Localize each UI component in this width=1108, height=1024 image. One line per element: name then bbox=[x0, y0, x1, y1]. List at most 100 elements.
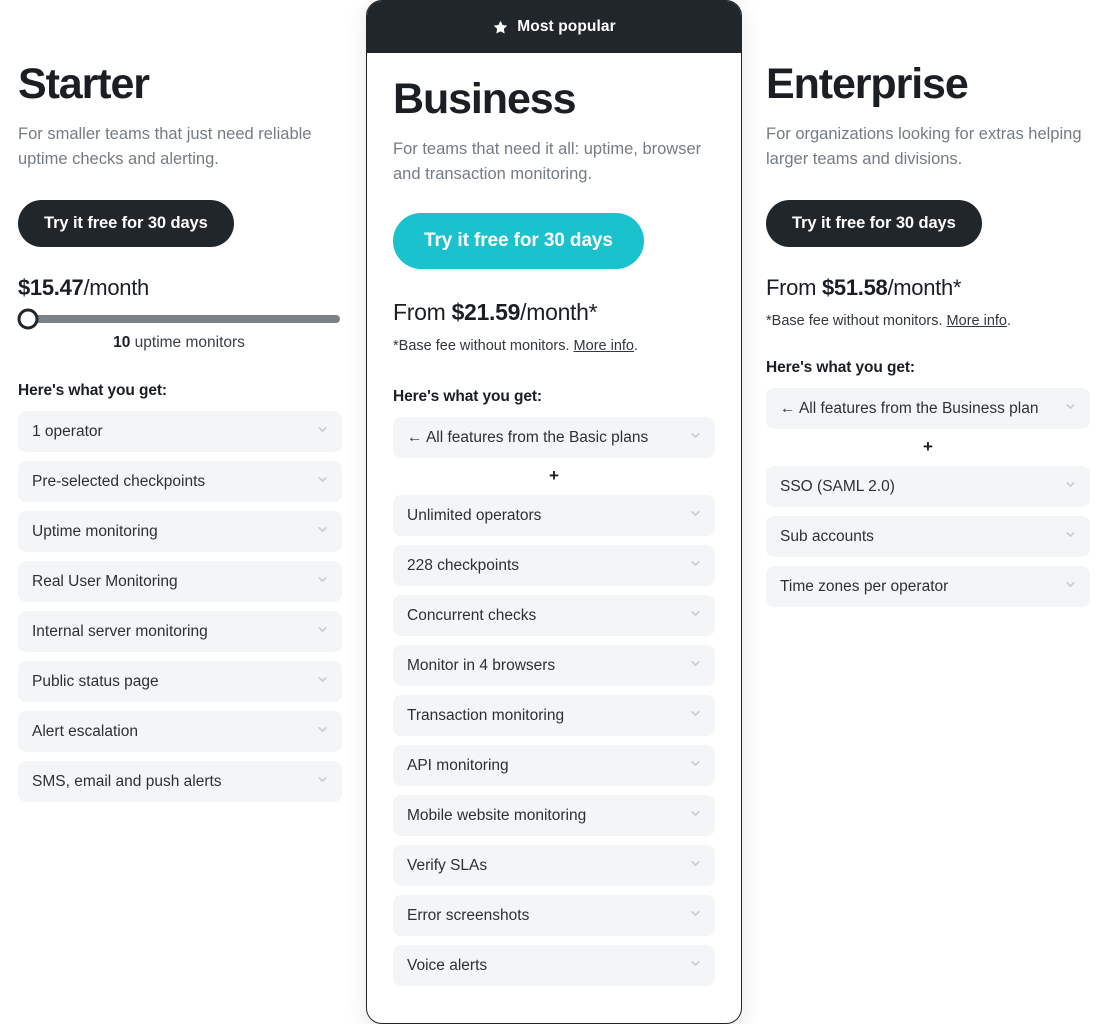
chevron-down-icon bbox=[316, 473, 329, 491]
plan-title-business: Business bbox=[393, 75, 576, 123]
slider-unit: uptime monitors bbox=[134, 334, 245, 352]
chevron-down-icon bbox=[689, 957, 702, 975]
most-popular-label: Most popular bbox=[517, 18, 616, 35]
feature-item[interactable]: SMS, email and push alerts bbox=[18, 761, 342, 803]
chevron-down-icon bbox=[1064, 400, 1077, 418]
feature-label: Alert escalation bbox=[32, 722, 138, 740]
price-period-starter: /month bbox=[83, 275, 150, 301]
features-heading-business: Here's what you get: bbox=[393, 388, 542, 406]
feature-label: Verify SLAs bbox=[407, 856, 488, 874]
trial-button-starter[interactable]: Try it free for 30 days bbox=[18, 200, 234, 248]
feature-item[interactable]: Uptime monitoring bbox=[18, 511, 342, 553]
feature-label: 228 checkpoints bbox=[407, 556, 520, 574]
chevron-down-icon bbox=[689, 557, 702, 575]
feature-item[interactable]: Monitor in 4 browsers bbox=[393, 645, 715, 687]
feature-item[interactable]: Mobile website monitoring bbox=[393, 795, 715, 837]
feature-item[interactable]: Sub accounts bbox=[766, 516, 1090, 558]
feature-item[interactable]: 1 operator bbox=[18, 411, 342, 453]
chevron-down-icon bbox=[316, 423, 329, 441]
price-note-suffix-enterprise: . bbox=[1007, 313, 1012, 330]
feature-item[interactable]: Unlimited operators bbox=[393, 495, 715, 537]
plan-description-enterprise: For organizations looking for extras hel… bbox=[766, 125, 1082, 169]
feature-label: Public status page bbox=[32, 672, 159, 690]
feature-list-business-inherit: ← All features from the Basic plans bbox=[393, 417, 715, 459]
plan-description-starter: For smaller teams that just need reliabl… bbox=[18, 125, 312, 169]
feature-item[interactable]: 228 checkpoints bbox=[393, 545, 715, 587]
chevron-down-icon bbox=[316, 773, 329, 791]
feature-item[interactable]: Alert escalation bbox=[18, 711, 342, 753]
trial-button-business[interactable]: Try it free for 30 days bbox=[393, 213, 644, 270]
feature-item[interactable]: Pre-selected checkpoints bbox=[18, 461, 342, 503]
feature-item[interactable]: SSO (SAML 2.0) bbox=[766, 466, 1090, 508]
chevron-down-icon bbox=[689, 507, 702, 525]
chevron-down-icon bbox=[689, 657, 702, 675]
features-heading-starter: Here's what you get: bbox=[18, 382, 167, 400]
feature-label: 1 operator bbox=[32, 422, 103, 440]
price-note-enterprise: *Base fee without monitors. More info. bbox=[766, 313, 1090, 329]
slider-thumb[interactable] bbox=[17, 308, 39, 330]
plus-separator-enterprise: + bbox=[923, 437, 933, 457]
price-note-suffix-business: . bbox=[634, 338, 639, 355]
features-heading-enterprise: Here's what you get: bbox=[766, 359, 915, 377]
feature-label: Time zones per operator bbox=[780, 577, 949, 595]
price-prefix-enterprise: From bbox=[766, 275, 817, 301]
feature-label: ← All features from the Basic plans bbox=[407, 428, 649, 446]
feature-item[interactable]: Internal server monitoring bbox=[18, 611, 342, 653]
feature-label: Real User Monitoring bbox=[32, 572, 178, 590]
feature-item[interactable]: Verify SLAs bbox=[393, 845, 715, 887]
feature-item[interactable]: Real User Monitoring bbox=[18, 561, 342, 603]
feature-item[interactable]: API monitoring bbox=[393, 745, 715, 787]
feature-label: Internal server monitoring bbox=[32, 622, 208, 640]
chevron-down-icon bbox=[689, 857, 702, 875]
price-enterprise: From $51.58/month* bbox=[766, 275, 1090, 301]
feature-list-enterprise-inherit: ← All features from the Business plan bbox=[766, 388, 1090, 430]
chevron-down-icon bbox=[1064, 578, 1077, 596]
feature-item[interactable]: Error screenshots bbox=[393, 895, 715, 937]
feature-item-inherited-enterprise[interactable]: ← All features from the Business plan bbox=[766, 388, 1090, 430]
price-prefix-business: From bbox=[393, 299, 446, 326]
chevron-down-icon bbox=[1064, 528, 1077, 546]
feature-list-starter: 1 operator Pre-selected checkpoints Uptime… bbox=[18, 411, 342, 803]
price-period-enterprise: /month* bbox=[887, 275, 962, 301]
chevron-down-icon bbox=[316, 523, 329, 541]
feature-label: Voice alerts bbox=[407, 956, 488, 974]
chevron-down-icon bbox=[1064, 478, 1077, 496]
monitor-slider[interactable]: 10 uptime monitors bbox=[17, 308, 340, 352]
feature-label: API monitoring bbox=[407, 756, 509, 774]
price-amount-starter: $15.47 bbox=[18, 275, 84, 301]
chevron-down-icon bbox=[316, 623, 329, 641]
feature-item[interactable]: Public status page bbox=[18, 661, 342, 703]
feature-label: SMS, email and push alerts bbox=[32, 772, 222, 790]
feature-item[interactable]: Time zones per operator bbox=[766, 566, 1090, 608]
feature-item[interactable]: Concurrent checks bbox=[393, 595, 715, 637]
more-info-link-enterprise[interactable]: More info bbox=[947, 313, 1007, 329]
plan-card-business: Most popular Business For teams that nee… bbox=[366, 0, 742, 1024]
feature-label: Sub accounts bbox=[780, 527, 874, 545]
slider-count: 10 bbox=[113, 334, 131, 352]
trial-button-enterprise[interactable]: Try it free for 30 days bbox=[766, 200, 982, 248]
price-period-business: /month* bbox=[520, 299, 598, 326]
price-starter: $15.47/month bbox=[18, 275, 342, 301]
feature-label: Transaction monitoring bbox=[407, 706, 565, 724]
feature-list-enterprise: SSO (SAML 2.0) Sub accounts Time zones per… bbox=[766, 466, 1090, 608]
price-business: From $21.59/month* bbox=[393, 299, 715, 326]
chevron-down-icon bbox=[689, 807, 702, 825]
feature-list-business: Unlimited operators 228 checkpoints Concur… bbox=[393, 495, 715, 987]
chevron-down-icon bbox=[689, 607, 702, 625]
more-info-link-business[interactable]: More info bbox=[574, 338, 634, 354]
plus-separator-business: + bbox=[549, 466, 559, 486]
chevron-down-icon bbox=[689, 907, 702, 925]
plan-card-enterprise: Enterprise For organizations looking for… bbox=[748, 0, 1108, 616]
price-amount-business: $21.59 bbox=[451, 299, 521, 326]
chevron-down-icon bbox=[316, 723, 329, 741]
chevron-down-icon bbox=[316, 673, 329, 691]
feature-item[interactable]: Voice alerts bbox=[393, 945, 715, 987]
slider-track[interactable] bbox=[17, 308, 340, 330]
feature-label: Unlimited operators bbox=[407, 506, 542, 524]
feature-item[interactable]: Transaction monitoring bbox=[393, 695, 715, 737]
feature-label: ← All features from the Business plan bbox=[780, 399, 1039, 417]
chevron-down-icon bbox=[689, 757, 702, 775]
feature-item-inherited-business[interactable]: ← All features from the Basic plans bbox=[393, 417, 715, 459]
feature-label: Error screenshots bbox=[407, 906, 530, 924]
feature-label: Concurrent checks bbox=[407, 606, 537, 624]
